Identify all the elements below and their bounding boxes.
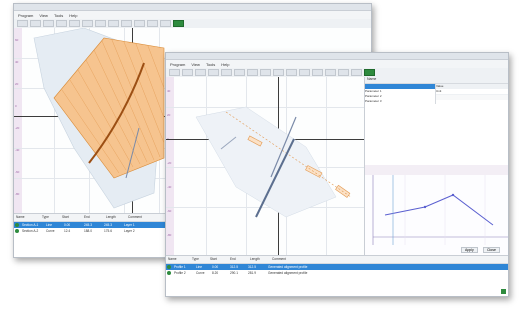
profile-line <box>384 194 494 226</box>
table-cell: Curve <box>196 271 205 275</box>
apply-button[interactable]: Apply <box>461 247 478 253</box>
back-menu-item[interactable]: View <box>39 13 48 18</box>
table-cell: Profile 2 <box>174 271 186 275</box>
toolbar-button[interactable] <box>43 20 54 27</box>
toolbar-button[interactable] <box>82 20 93 27</box>
table-cell: Curve <box>46 229 55 233</box>
status-dot-icon <box>15 223 19 227</box>
status-dot-icon <box>167 265 171 269</box>
table-cell: 8.20 <box>212 271 219 275</box>
table-cell: Section A-2 <box>22 229 39 233</box>
table-header: Name Type Start End Length Comment <box>166 256 508 264</box>
toolbar-button[interactable] <box>260 69 271 76</box>
back-titlebar <box>14 4 371 11</box>
toolbar-button[interactable] <box>160 20 171 27</box>
column-header[interactable]: Start <box>208 256 228 263</box>
toolbar-button[interactable] <box>56 20 67 27</box>
table-row[interactable]: Profile 2 Curve 8.20 290.1 281.9 Generat… <box>166 270 508 276</box>
properties-panel: Name Parameter 1 Parameter 2 Parameter 3… <box>364 77 508 165</box>
column-header[interactable]: Comment <box>270 256 364 263</box>
table-cell: 281.9 <box>248 271 256 275</box>
column-header[interactable]: End <box>228 256 248 263</box>
front-drawing-geometry <box>195 106 352 218</box>
toolbar-button[interactable] <box>247 69 258 76</box>
run-button[interactable] <box>364 69 375 76</box>
status-dot-icon <box>167 271 171 275</box>
toolbar-button[interactable] <box>30 20 41 27</box>
toolbar-button[interactable] <box>121 20 132 27</box>
toolbar-button[interactable] <box>134 20 145 27</box>
table-cell: 12.4 <box>64 229 71 233</box>
run-button[interactable] <box>173 20 184 27</box>
column-header[interactable]: Comment <box>126 214 170 221</box>
toolbar-button[interactable] <box>169 69 180 76</box>
column-header[interactable]: Type <box>40 214 60 221</box>
front-titlebar <box>166 53 508 60</box>
front-element-table: Name Type Start End Length Comment Profi… <box>166 255 508 296</box>
toolbar-button[interactable] <box>147 20 158 27</box>
back-menubar: Program View Tools Help <box>14 11 371 19</box>
toolbar-button[interactable] <box>182 69 193 76</box>
toolbar-button[interactable] <box>17 20 28 27</box>
table-cell: Generated alignment profile <box>268 271 308 275</box>
toolbar-button[interactable] <box>221 69 232 76</box>
value-field[interactable] <box>436 94 508 100</box>
front-menu-item[interactable]: Program <box>170 62 185 67</box>
column-header[interactable]: Type <box>190 256 208 263</box>
front-menu-item[interactable]: Help <box>221 62 229 67</box>
toolbar-button[interactable] <box>273 69 284 76</box>
column-header[interactable]: Name <box>14 214 40 221</box>
toolbar-button[interactable] <box>286 69 297 76</box>
toolbar-button[interactable] <box>108 20 119 27</box>
properties-values: Value Unit <box>435 84 508 104</box>
table-cell: 175.6 <box>104 229 112 233</box>
front-window: Program View Tools Help 40 20 0 -20 -40 … <box>165 52 509 297</box>
toolbar-button[interactable] <box>338 69 349 76</box>
toolbar-button[interactable] <box>351 69 362 76</box>
toolbar-button[interactable] <box>95 20 106 27</box>
back-menu-item[interactable]: Tools <box>54 13 63 18</box>
toolbar-button[interactable] <box>325 69 336 76</box>
resize-grip-icon[interactable] <box>500 288 506 294</box>
column-header[interactable]: Length <box>104 214 126 221</box>
table-cell: 290.1 <box>230 271 238 275</box>
column-header[interactable]: End <box>82 214 104 221</box>
profile-grid-band <box>365 165 508 175</box>
column-header[interactable]: Start <box>60 214 82 221</box>
profile-panel[interactable]: Apply Close <box>364 165 508 255</box>
front-menu-item[interactable]: Tools <box>206 62 215 67</box>
properties-list: Parameter 1 Parameter 2 Parameter 3 <box>365 84 435 104</box>
terrain-shape <box>195 106 337 218</box>
profile-graph <box>365 165 508 245</box>
table-cell: 188.0 <box>84 229 92 233</box>
column-header[interactable]: Length <box>248 256 270 263</box>
status-dot-icon <box>15 229 19 233</box>
back-menu-item[interactable]: Program <box>18 13 33 18</box>
front-menubar: Program View Tools Help <box>166 60 508 68</box>
table-cell: Layer 2 <box>124 229 135 233</box>
close-button[interactable]: Close <box>483 247 500 253</box>
toolbar-button[interactable] <box>299 69 310 76</box>
toolbar-button[interactable] <box>69 20 80 27</box>
toolbar-button[interactable] <box>234 69 245 76</box>
front-menu-item[interactable]: View <box>191 62 200 67</box>
toolbar-button[interactable] <box>195 69 206 76</box>
front-drawing-canvas[interactable]: 40 20 0 -20 -40 -60 -80 <box>166 77 364 255</box>
back-menu-item[interactable]: Help <box>69 13 77 18</box>
properties-row[interactable]: Parameter 3 <box>365 99 435 104</box>
column-header[interactable]: Name <box>166 256 190 263</box>
profile-vertex <box>423 205 427 209</box>
properties-header: Name <box>365 77 508 84</box>
profile-vertex <box>451 193 455 197</box>
toolbar-button[interactable] <box>208 69 219 76</box>
toolbar-button[interactable] <box>312 69 323 76</box>
